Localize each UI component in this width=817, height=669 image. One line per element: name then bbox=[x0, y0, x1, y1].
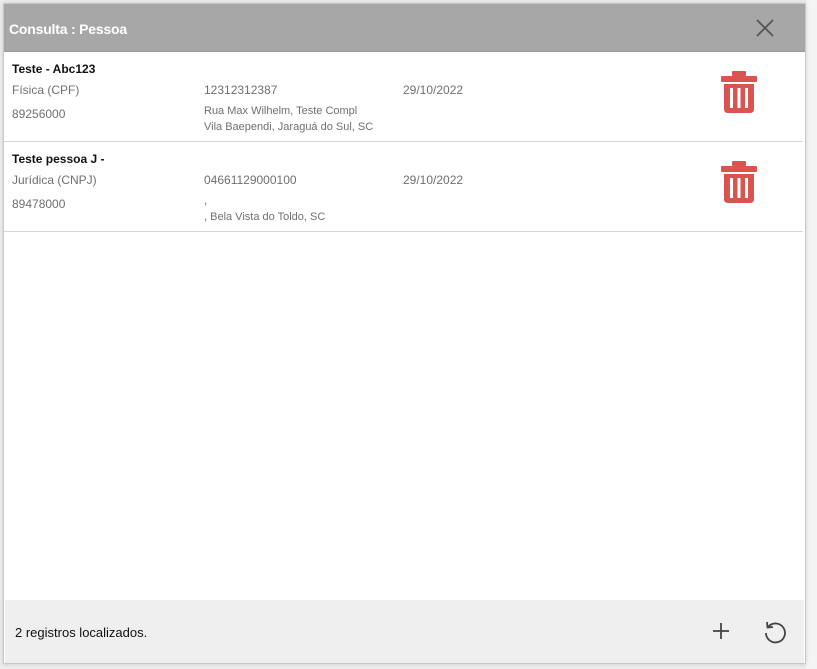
record-type: Física (CPF) bbox=[12, 83, 80, 97]
list-item[interactable]: Teste pessoa J - Jurídica (CNPJ) 0466112… bbox=[4, 142, 803, 232]
trash-icon bbox=[721, 71, 757, 113]
record-address-line1: Rua Max Wilhelm, Teste Compl bbox=[204, 105, 358, 117]
record-name: Teste pessoa J - bbox=[12, 152, 105, 166]
delete-button[interactable] bbox=[717, 158, 761, 206]
record-date: 29/10/2022 bbox=[403, 83, 464, 97]
record-address-line2: , Bela Vista do Toldo, SC bbox=[204, 211, 326, 223]
record-cep: 89478000 bbox=[12, 197, 66, 211]
record-cep: 89256000 bbox=[12, 107, 66, 121]
list-item[interactable]: Teste - Abc123 Física (CPF) 12312312387 … bbox=[4, 52, 803, 142]
close-button[interactable] bbox=[752, 15, 778, 41]
record-name: Teste - Abc123 bbox=[12, 62, 96, 76]
background-strip bbox=[806, 0, 817, 669]
record-type: Jurídica (CNPJ) bbox=[12, 173, 97, 187]
dialog-footer: 2 registros localizados. bbox=[5, 600, 804, 663]
plus-icon bbox=[713, 623, 729, 639]
record-date: 29/10/2022 bbox=[403, 173, 464, 187]
record-address-line2: Vila Baependi, Jaraguá do Sul, SC bbox=[204, 121, 374, 133]
delete-button[interactable] bbox=[717, 68, 761, 116]
record-address-line1: , bbox=[204, 195, 208, 207]
refresh-button[interactable] bbox=[761, 618, 789, 646]
dialog-titlebar: Consulta : Pessoa bbox=[4, 4, 805, 52]
record-document: 04661129000100 bbox=[204, 173, 297, 187]
add-button[interactable] bbox=[710, 620, 732, 642]
records-count-status: 2 registros localizados. bbox=[15, 625, 148, 640]
dialog-title: Consulta : Pessoa bbox=[9, 21, 127, 37]
refresh-icon bbox=[765, 621, 786, 644]
record-document: 12312312387 bbox=[204, 83, 278, 97]
close-icon bbox=[756, 19, 774, 37]
trash-icon bbox=[721, 161, 757, 203]
consulta-dialog: Consulta : Pessoa Teste - Abc123 Física … bbox=[3, 3, 806, 664]
